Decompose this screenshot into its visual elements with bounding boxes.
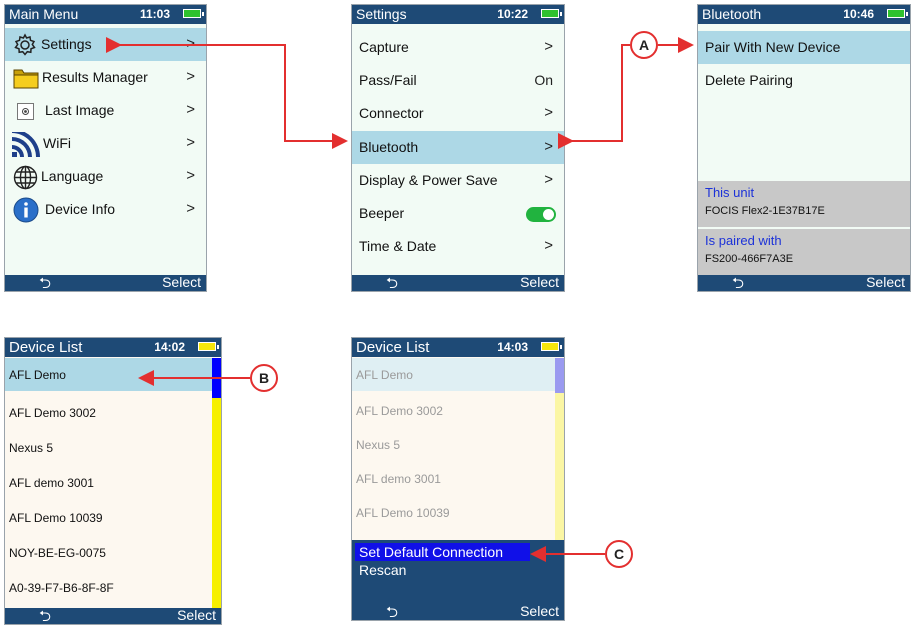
callout-b: B	[250, 364, 278, 392]
callout-a: A	[630, 31, 658, 59]
callout-arrows	[106, 37, 694, 562]
callout-c: C	[605, 540, 633, 568]
arrow-settings-to-bluetooth	[106, 37, 348, 149]
arrow-bluetooth-to-pairing	[558, 44, 630, 149]
